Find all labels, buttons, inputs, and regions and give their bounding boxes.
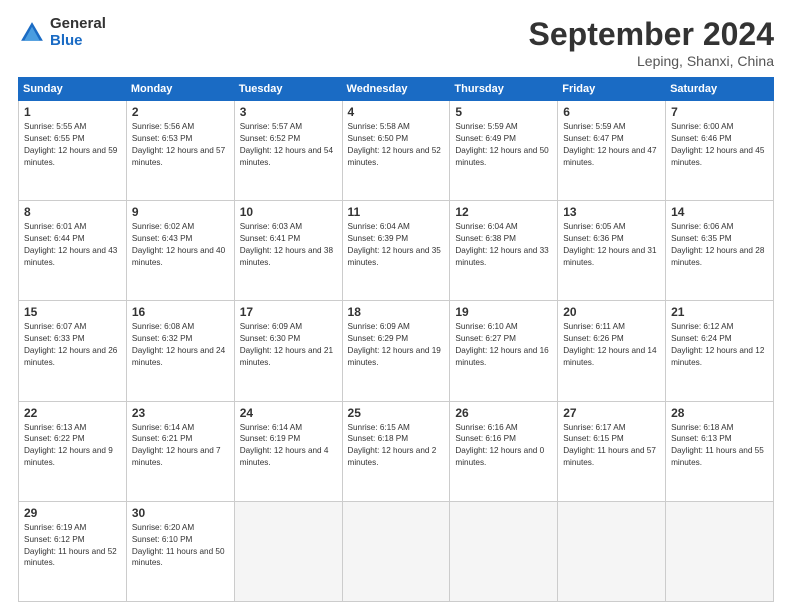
location-subtitle: Leping, Shanxi, China <box>529 53 774 69</box>
cell-w3-3: 25Sunrise: 6:15 AMSunset: 6:18 PMDayligh… <box>342 401 450 501</box>
cell-w0-2: 3Sunrise: 5:57 AMSunset: 6:52 PMDaylight… <box>234 101 342 201</box>
cell-1: 1Sunrise: 5:55 AMSunset: 6:55 PMDaylight… <box>19 101 127 201</box>
cell-w0-5: 6Sunrise: 5:59 AMSunset: 6:47 PMDaylight… <box>558 101 666 201</box>
cell-w2-6: 21Sunrise: 6:12 AMSunset: 6:24 PMDayligh… <box>666 301 774 401</box>
cell-w4-5 <box>558 501 666 601</box>
cell-w3-6: 28Sunrise: 6:18 AMSunset: 6:13 PMDayligh… <box>666 401 774 501</box>
logo-icon <box>18 19 46 47</box>
cell-w1-1: 9Sunrise: 6:02 AMSunset: 6:43 PMDaylight… <box>126 201 234 301</box>
month-title: September 2024 <box>529 16 774 53</box>
calendar-week-3: 22Sunrise: 6:13 AMSunset: 6:22 PMDayligh… <box>19 401 774 501</box>
cell-w2-1: 16Sunrise: 6:08 AMSunset: 6:32 PMDayligh… <box>126 301 234 401</box>
cell-w0-1: 2Sunrise: 5:56 AMSunset: 6:53 PMDaylight… <box>126 101 234 201</box>
col-thursday: Thursday <box>450 78 558 101</box>
col-sunday: Sunday <box>19 78 127 101</box>
logo-text: General Blue <box>50 16 106 49</box>
cell-w0-4: 5Sunrise: 5:59 AMSunset: 6:49 PMDaylight… <box>450 101 558 201</box>
col-tuesday: Tuesday <box>234 78 342 101</box>
col-saturday: Saturday <box>666 78 774 101</box>
cell-w3-2: 24Sunrise: 6:14 AMSunset: 6:19 PMDayligh… <box>234 401 342 501</box>
logo-blue: Blue <box>50 33 106 50</box>
calendar-page: General Blue September 2024 Leping, Shan… <box>0 0 792 612</box>
header: General Blue September 2024 Leping, Shan… <box>18 16 774 69</box>
logo-general: General <box>50 16 106 33</box>
cell-w4-6 <box>666 501 774 601</box>
calendar-week-4: 29Sunrise: 6:19 AMSunset: 6:12 PMDayligh… <box>19 501 774 601</box>
col-wednesday: Wednesday <box>342 78 450 101</box>
cell-w4-1: 30Sunrise: 6:20 AMSunset: 6:10 PMDayligh… <box>126 501 234 601</box>
col-friday: Friday <box>558 78 666 101</box>
cell-w3-5: 27Sunrise: 6:17 AMSunset: 6:15 PMDayligh… <box>558 401 666 501</box>
calendar-week-0: 1Sunrise: 5:55 AMSunset: 6:55 PMDaylight… <box>19 101 774 201</box>
calendar-table: Sunday Monday Tuesday Wednesday Thursday… <box>18 77 774 602</box>
cell-w2-3: 18Sunrise: 6:09 AMSunset: 6:29 PMDayligh… <box>342 301 450 401</box>
cell-w2-2: 17Sunrise: 6:09 AMSunset: 6:30 PMDayligh… <box>234 301 342 401</box>
cell-w1-0: 8Sunrise: 6:01 AMSunset: 6:44 PMDaylight… <box>19 201 127 301</box>
cell-w0-6: 7Sunrise: 6:00 AMSunset: 6:46 PMDaylight… <box>666 101 774 201</box>
cell-w4-3 <box>342 501 450 601</box>
cell-w1-5: 13Sunrise: 6:05 AMSunset: 6:36 PMDayligh… <box>558 201 666 301</box>
cell-w0-3: 4Sunrise: 5:58 AMSunset: 6:50 PMDaylight… <box>342 101 450 201</box>
cell-w2-0: 15Sunrise: 6:07 AMSunset: 6:33 PMDayligh… <box>19 301 127 401</box>
cell-w3-0: 22Sunrise: 6:13 AMSunset: 6:22 PMDayligh… <box>19 401 127 501</box>
col-monday: Monday <box>126 78 234 101</box>
logo: General Blue <box>18 16 106 49</box>
cell-w1-4: 12Sunrise: 6:04 AMSunset: 6:38 PMDayligh… <box>450 201 558 301</box>
calendar-week-2: 15Sunrise: 6:07 AMSunset: 6:33 PMDayligh… <box>19 301 774 401</box>
calendar-week-1: 8Sunrise: 6:01 AMSunset: 6:44 PMDaylight… <box>19 201 774 301</box>
cell-w3-4: 26Sunrise: 6:16 AMSunset: 6:16 PMDayligh… <box>450 401 558 501</box>
cell-w2-5: 20Sunrise: 6:11 AMSunset: 6:26 PMDayligh… <box>558 301 666 401</box>
cell-w3-1: 23Sunrise: 6:14 AMSunset: 6:21 PMDayligh… <box>126 401 234 501</box>
cell-w1-3: 11Sunrise: 6:04 AMSunset: 6:39 PMDayligh… <box>342 201 450 301</box>
header-row: Sunday Monday Tuesday Wednesday Thursday… <box>19 78 774 101</box>
cell-w1-2: 10Sunrise: 6:03 AMSunset: 6:41 PMDayligh… <box>234 201 342 301</box>
cell-w4-4 <box>450 501 558 601</box>
title-block: September 2024 Leping, Shanxi, China <box>529 16 774 69</box>
cell-w1-6: 14Sunrise: 6:06 AMSunset: 6:35 PMDayligh… <box>666 201 774 301</box>
cell-w4-0: 29Sunrise: 6:19 AMSunset: 6:12 PMDayligh… <box>19 501 127 601</box>
cell-w4-2 <box>234 501 342 601</box>
cell-w2-4: 19Sunrise: 6:10 AMSunset: 6:27 PMDayligh… <box>450 301 558 401</box>
